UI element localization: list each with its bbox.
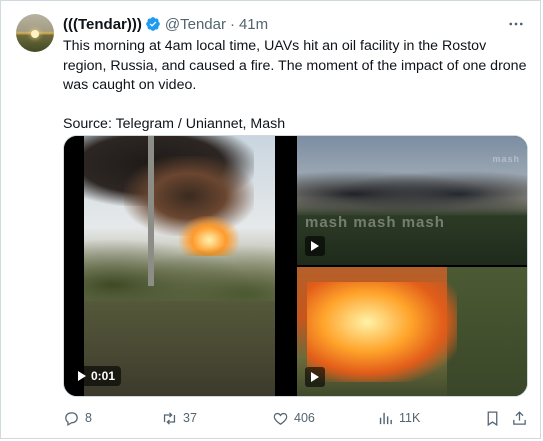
tree-line-right	[447, 267, 527, 396]
video-duration-chip[interactable]: 0:01	[72, 366, 122, 386]
media-grid: 0:01 mash mash mash mash	[63, 135, 528, 397]
repost-button[interactable]: 37	[161, 410, 197, 427]
explosion-fire	[307, 282, 457, 382]
tweet-body: This morning at 4am local time, UAVs hit…	[63, 38, 527, 93]
utility-pole	[148, 136, 154, 286]
smoke-cloud-right	[297, 164, 527, 214]
video-duration: 0:01	[91, 369, 116, 383]
share-icon	[513, 410, 526, 425]
like-count: 406	[294, 411, 315, 425]
share-button[interactable]	[511, 410, 528, 427]
video-bottom-right[interactable]	[297, 267, 527, 396]
reply-icon	[65, 411, 78, 426]
tweet-header: (((Tendar))) @Tendar · 41m	[63, 14, 526, 34]
avatar-sun	[31, 30, 39, 38]
repost-count: 37	[183, 411, 197, 425]
handle[interactable]: @Tendar	[165, 16, 226, 33]
like-button[interactable]: 406	[272, 410, 315, 427]
views-button[interactable]: 11K	[377, 410, 420, 427]
views-chart-icon	[379, 412, 392, 424]
reply-button[interactable]: 8	[63, 410, 92, 427]
watermark-logo: mash	[492, 154, 520, 164]
play-button[interactable]	[305, 367, 325, 387]
verified-badge-icon	[145, 16, 161, 32]
play-icon	[311, 241, 319, 251]
bookmark-icon	[487, 410, 498, 426]
video-main[interactable]: 0:01	[64, 136, 295, 396]
avatar[interactable]	[16, 14, 54, 52]
heart-icon	[273, 412, 288, 425]
bookmark-button[interactable]	[484, 410, 501, 427]
reply-count: 8	[85, 411, 92, 425]
separator-dot: ·	[229, 15, 235, 33]
tweet-source: Source: Telegram / Uniannet, Mash	[63, 115, 286, 132]
play-icon	[78, 371, 86, 381]
views-count: 11K	[399, 411, 421, 425]
repost-icon	[163, 411, 176, 425]
watermark-text: mash mash mash	[305, 214, 445, 231]
display-name[interactable]: (((Tendar)))	[63, 16, 142, 33]
timestamp[interactable]: 41m	[239, 16, 268, 33]
tweet-card[interactable]: (((Tendar))) @Tendar · 41m This morning …	[0, 0, 541, 439]
tweet-text: This morning at 4am local time, UAVs hit…	[63, 37, 531, 134]
video-top-right[interactable]: mash mash mash mash	[297, 136, 527, 265]
action-bar: 8 37 406 11K	[63, 407, 528, 429]
play-icon	[311, 372, 319, 382]
more-horizontal-icon[interactable]	[506, 14, 526, 34]
play-button[interactable]	[305, 236, 325, 256]
video-main-frame	[84, 136, 275, 396]
